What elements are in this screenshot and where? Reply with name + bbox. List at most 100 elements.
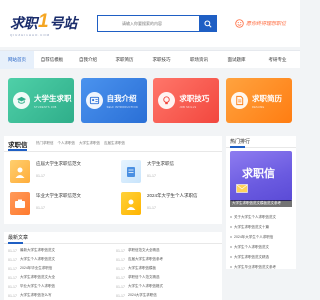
logo-text-tail: 号站 xyxy=(49,15,78,31)
list-item-title: 2024年大学生个人求职信 xyxy=(234,234,274,239)
site-logo[interactable]: 求职 1 号站 xyxy=(10,12,77,32)
nav-item-home[interactable]: 网站首页 xyxy=(0,51,34,69)
title-underline xyxy=(230,146,245,148)
nav-item-interview-questions[interactable]: 面试题库 xyxy=(218,51,255,69)
article-title: 大学生求职信模板 xyxy=(128,266,156,270)
nav-item-resume[interactable]: 求职简历 xyxy=(106,51,143,69)
smile-icon xyxy=(235,18,244,28)
envelope-icon xyxy=(236,184,248,193)
list-item[interactable]: 01-17 最新大学生求职信范文 xyxy=(8,246,108,255)
bullet-icon xyxy=(230,246,232,248)
banner-resume[interactable]: 求职简历 RESUME xyxy=(225,78,292,123)
nav-item-postgrad-majors[interactable]: 考研专业 xyxy=(255,51,300,69)
article-date: 01-17 xyxy=(8,266,17,271)
list-item[interactable]: 01-17 求职信个人范文精选 xyxy=(116,273,216,282)
banner-title: 大学生求职 xyxy=(34,93,72,103)
tab-graduate-cover-letters[interactable]: 应届生求职信 xyxy=(104,141,125,146)
graduation-cap-icon xyxy=(13,92,30,109)
list-item[interactable]: 2024年大学生个人求职信 xyxy=(230,232,294,242)
article-title: 大学生个人求职信范文 xyxy=(20,257,55,261)
tab-hot-cover-letters[interactable]: 热门求职信 xyxy=(36,141,54,146)
article-date: 01-17 xyxy=(8,248,17,253)
featured-caption: 大学生求职信范文模板范文参考 xyxy=(230,200,292,207)
nav-item-workplace-news[interactable]: 职场资讯 xyxy=(180,51,218,69)
article-date: 01-17 xyxy=(116,257,125,262)
article-card[interactable]: 毕业大学生求职信范文 01-17 xyxy=(10,192,81,215)
list-item-title: 大学生求职信范文十篇 xyxy=(234,224,269,229)
article-title: 2024大学生求职信 xyxy=(128,293,157,297)
latest-list-left: 01-17 最新大学生求职信范文 01-17 大学生个人求职信范文 01-17 202… xyxy=(8,246,108,300)
list-item[interactable]: 01-17 求职信范文大全精选 xyxy=(116,246,216,255)
list-item[interactable]: 关于大学生个人求职信范文 xyxy=(230,212,294,222)
article-title[interactable]: 大学生求职信 xyxy=(147,161,174,167)
search-icon xyxy=(203,19,212,28)
list-item[interactable]: 大学生求职信范文精选 xyxy=(230,252,294,262)
article-card[interactable]: 2024年大学生个人求职信 01-17 xyxy=(121,192,198,215)
section-header: 最新文章 xyxy=(4,232,222,244)
nav-item-self-intro[interactable]: 自我介绍 xyxy=(70,51,106,69)
list-item[interactable]: 01-17 大学生个人求职信范文 xyxy=(8,255,108,264)
list-item[interactable]: 大学生求职信范文十篇 xyxy=(230,222,294,232)
banner-subtitle: STUDENTS JOB xyxy=(34,105,57,109)
article-date: 01-17 xyxy=(147,174,156,178)
article-title: 2024年毕业生求职信 xyxy=(20,266,53,270)
list-item[interactable]: 大学生毕业求职信范文参考 xyxy=(230,262,294,272)
list-item[interactable]: 01-17 大学生求职信范文大全 xyxy=(8,273,108,282)
slogan-text: 愿你终得理想职位 xyxy=(246,20,287,27)
article-date: 01-17 xyxy=(116,266,125,271)
bullet-icon xyxy=(230,236,232,238)
article-thumbnail xyxy=(121,160,141,183)
bullet-icon xyxy=(230,226,232,228)
article-thumbnail xyxy=(121,192,141,215)
list-item[interactable]: 01-17 大学生求职信怎么写 xyxy=(8,291,108,300)
article-date: 01-17 xyxy=(116,248,125,253)
list-item[interactable]: 01-17 大学生求职信模板 xyxy=(116,264,216,273)
site-header: 求职 1 号站 QIUZHI1HAO.COM 愿你终得理想职位 xyxy=(0,0,300,47)
ranking-list: 关于大学生个人求职信范文 大学生求职信范文十篇 2024年大学生个人求职信 大学… xyxy=(230,212,294,272)
banner-self-intro[interactable]: 自我介绍 SELF INTRODUCTION xyxy=(80,78,147,123)
article-title[interactable]: 毕业大学生求职信范文 xyxy=(36,193,81,199)
banner-subtitle: SELF INTRODUCTION xyxy=(106,105,138,109)
banner-title: 自我介绍 xyxy=(106,93,137,103)
article-card[interactable]: 大学生求职信 01-17 xyxy=(121,160,174,183)
list-item[interactable]: 01-17 大学生个人求职信格式 xyxy=(116,282,216,291)
logo-number: 1 xyxy=(38,11,49,32)
banner-subtitle: RESUME xyxy=(251,105,265,109)
article-date: 01-17 xyxy=(8,293,17,298)
list-item[interactable]: 大学生个人求职信范文 xyxy=(230,242,294,252)
banner-title: 求职技巧 xyxy=(179,93,210,103)
id-card-icon xyxy=(85,92,103,109)
article-date: 01-17 xyxy=(116,275,125,280)
tab-personal-cover-letters[interactable]: 个人求职信 xyxy=(58,141,76,146)
tab-student-cover-letters[interactable]: 大学生求职信 xyxy=(79,141,100,146)
latest-articles-section: 最新文章 01-17 最新大学生求职信范文 01-17 大学生个人求职信范文 01-… xyxy=(4,232,222,300)
bullet-icon xyxy=(230,266,232,268)
sidebar-header: 热门排行 xyxy=(226,136,296,148)
nav-item-job-skills[interactable]: 求职技巧 xyxy=(143,51,180,69)
article-title[interactable]: 2024年大学生个人求职信 xyxy=(147,193,198,199)
list-item[interactable]: 01-17 2024年毕业生求职信 xyxy=(8,264,108,273)
article-title: 求职信个人范文精选 xyxy=(128,275,160,279)
article-title: 最新大学生求职信范文 xyxy=(20,248,55,252)
banner-job-skills[interactable]: 求职技巧 JOB SKILLS xyxy=(153,78,220,123)
article-date: 01-17 xyxy=(147,206,156,210)
featured-image[interactable]: 求职信 xyxy=(230,151,292,201)
featured-image-text: 求职信 xyxy=(242,168,275,180)
list-item[interactable]: 01-17 2024大学生求职信 xyxy=(116,291,216,300)
featured-caption-text[interactable]: 大学生求职信范文模板范文参考 xyxy=(230,200,292,207)
list-item-title: 大学生个人求职信范文 xyxy=(234,244,269,249)
title-underline xyxy=(8,242,23,244)
latest-list-right: 01-17 求职信范文大全精选 01-17 应届大学生求职信参考 01-17 大学生求… xyxy=(116,246,216,300)
article-card[interactable]: 应届大学生求职信范文 01-17 xyxy=(10,160,81,183)
nav-item-cover-letter-template[interactable]: 自荐信模板 xyxy=(34,51,70,69)
list-item[interactable]: 01-17 毕业大学生个人求职信 xyxy=(8,282,108,291)
article-title[interactable]: 应届大学生求职信范文 xyxy=(36,161,81,167)
banner-subtitle: JOB SKILLS xyxy=(179,105,197,109)
article-date: 01-17 xyxy=(8,257,17,262)
lightbulb-icon xyxy=(158,92,176,109)
list-item[interactable]: 01-17 应届大学生求职信参考 xyxy=(116,255,216,264)
search-input[interactable] xyxy=(98,16,198,31)
search-button[interactable] xyxy=(199,15,216,32)
banner-student-jobs[interactable]: 大学生求职 STUDENTS JOB xyxy=(8,78,74,123)
list-item-title: 关于大学生个人求职信范文 xyxy=(234,214,276,219)
